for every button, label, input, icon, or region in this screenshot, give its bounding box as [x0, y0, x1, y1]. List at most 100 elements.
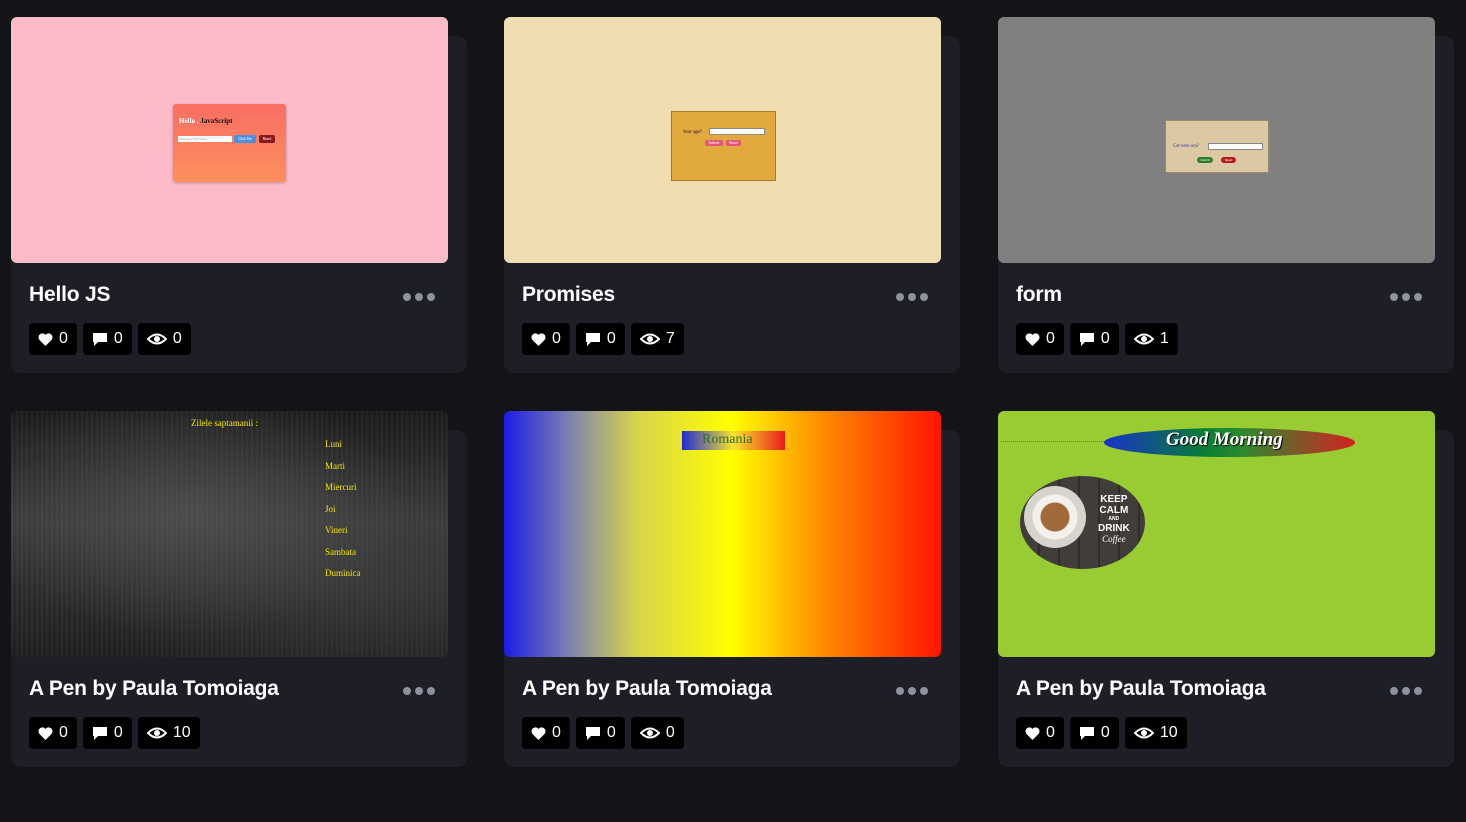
comment-count: 0 — [113, 724, 123, 741]
day-item: Vineri — [325, 525, 348, 535]
preview-button: Submit — [705, 140, 723, 146]
heart-icon — [531, 726, 546, 740]
like-button[interactable]: 0 — [1016, 717, 1064, 749]
comment-icon — [1079, 726, 1094, 740]
heart-icon — [1025, 726, 1040, 740]
preview-button: Reset — [1221, 157, 1236, 163]
like-button[interactable]: 0 — [522, 717, 570, 749]
comment-icon — [92, 332, 107, 346]
more-dots-icon[interactable] — [896, 293, 928, 301]
preview-day-list: Luni Marti Miercuri Joi Vineri Sambata D… — [325, 439, 361, 590]
eye-icon — [146, 727, 167, 739]
eye-icon — [639, 727, 660, 739]
comment-button[interactable]: 0 — [1069, 323, 1119, 355]
more-dots-icon[interactable] — [1390, 687, 1422, 695]
preview-dotted-line — [1001, 441, 1106, 442]
day-item: Duminica — [325, 568, 361, 578]
comment-count: 0 — [1100, 330, 1110, 347]
pen-preview[interactable]: Your age? Submit Reset — [504, 17, 941, 263]
pen-card: Good Morning KEEP CALM AND DRINK Coffee … — [998, 411, 1454, 767]
view-count-badge: 10 — [137, 717, 200, 749]
keep-calm-sign: KEEP CALM AND DRINK Coffee — [1098, 494, 1130, 544]
preview-form-box: Hello , JavaScript Enter your first name… — [173, 104, 286, 182]
comment-count: 0 — [113, 330, 123, 347]
pen-preview[interactable]: Romania — [504, 411, 941, 657]
preview-input — [1208, 143, 1263, 150]
comment-button[interactable]: 0 — [575, 717, 625, 749]
comment-button[interactable]: 0 — [82, 323, 132, 355]
preview-form-box: Your age? Submit Reset — [671, 111, 776, 181]
pen-card: Romania A Pen by Paula Tomoiaga 0 0 0 — [504, 411, 960, 767]
more-dots-icon[interactable] — [1390, 293, 1422, 301]
comment-icon — [585, 332, 600, 346]
view-count-badge: 0 — [137, 323, 191, 355]
day-item: Sambata — [325, 546, 356, 557]
view-count-badge: 0 — [630, 717, 684, 749]
pen-title[interactable]: form — [1016, 283, 1062, 307]
coffee-image: KEEP CALM AND DRINK Coffee — [1020, 476, 1145, 569]
comment-icon — [92, 726, 107, 740]
day-item: Luni — [325, 439, 342, 449]
more-dots-icon[interactable] — [403, 687, 435, 695]
eye-icon — [1133, 333, 1154, 345]
pen-preview[interactable]: Hello , JavaScript Enter your first name… — [11, 17, 448, 263]
like-count: 0 — [1046, 330, 1055, 347]
view-count: 7 — [665, 330, 675, 347]
view-count-badge: 1 — [1124, 323, 1178, 355]
preview-heading: Hello , JavaScript — [179, 117, 233, 125]
day-item: Miercuri — [325, 482, 357, 492]
comment-button[interactable]: 0 — [1069, 717, 1119, 749]
like-button[interactable]: 0 — [1016, 323, 1064, 355]
heart-icon — [531, 332, 546, 346]
like-count: 0 — [1046, 724, 1055, 741]
day-item: Joi — [325, 503, 336, 514]
pen-card: Your age? Submit Reset Promises 0 0 7 — [504, 17, 960, 373]
view-count: 1 — [1159, 330, 1169, 347]
day-item: Marti — [325, 460, 345, 471]
preview-input — [709, 128, 765, 135]
pen-stats: 0 0 10 — [1016, 717, 1187, 749]
pen-title[interactable]: A Pen by Paula Tomoiaga — [29, 677, 279, 701]
pen-preview[interactable]: Cat este ora? Submit Reset — [998, 17, 1435, 263]
preview-flag-banner: Romania — [682, 431, 785, 450]
preview-heading: Zilele saptamanii : — [191, 418, 258, 428]
more-dots-icon[interactable] — [896, 687, 928, 695]
comment-icon — [585, 726, 600, 740]
pen-preview[interactable]: Zilele saptamanii : Luni Marti Miercuri … — [11, 411, 448, 657]
preview-button: Click Me — [234, 135, 256, 143]
pen-card: Zilele saptamanii : Luni Marti Miercuri … — [11, 411, 467, 767]
like-button[interactable]: 0 — [29, 323, 77, 355]
like-count: 0 — [552, 724, 561, 741]
heart-icon — [38, 726, 53, 740]
comment-count: 0 — [606, 724, 616, 741]
preview-label: Your age? — [683, 129, 702, 134]
pen-preview[interactable]: Good Morning KEEP CALM AND DRINK Coffee — [998, 411, 1435, 657]
pen-title[interactable]: Hello JS — [29, 283, 110, 307]
pen-card: Cat este ora? Submit Reset form 0 0 1 — [998, 17, 1454, 373]
view-count: 0 — [172, 330, 182, 347]
pen-title[interactable]: A Pen by Paula Tomoiaga — [522, 677, 772, 701]
preview-button: Submit — [1197, 157, 1213, 163]
pen-stats: 0 0 0 — [29, 323, 191, 355]
pen-stats: 0 0 10 — [29, 717, 200, 749]
pen-title[interactable]: Promises — [522, 283, 615, 307]
like-count: 0 — [59, 724, 68, 741]
view-count: 10 — [172, 724, 191, 741]
preview-input: Enter your first name — [178, 136, 232, 142]
preview-label: Cat este ora? — [1173, 143, 1199, 148]
like-button[interactable]: 0 — [29, 717, 77, 749]
like-button[interactable]: 0 — [522, 323, 570, 355]
eye-icon — [1133, 727, 1154, 739]
comment-button[interactable]: 0 — [575, 323, 625, 355]
preview-banner: Good Morning — [1104, 428, 1355, 457]
view-count-badge: 7 — [630, 323, 684, 355]
view-count: 10 — [1159, 724, 1178, 741]
eye-icon — [146, 333, 167, 345]
coffee-cup-icon — [1024, 486, 1086, 548]
comment-count: 0 — [1100, 724, 1110, 741]
heart-icon — [1025, 332, 1040, 346]
more-dots-icon[interactable] — [403, 293, 435, 301]
comment-button[interactable]: 0 — [82, 717, 132, 749]
view-count-badge: 10 — [1124, 717, 1187, 749]
pen-title[interactable]: A Pen by Paula Tomoiaga — [1016, 677, 1266, 701]
